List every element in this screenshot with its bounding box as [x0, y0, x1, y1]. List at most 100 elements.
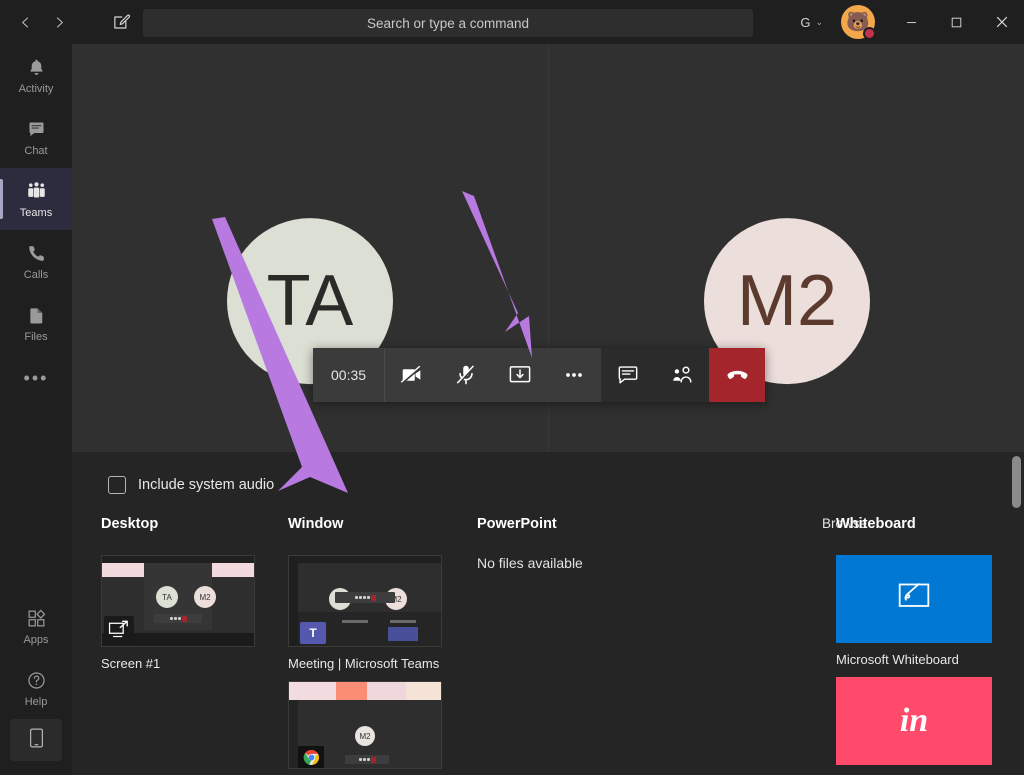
window-thumbnail: M2 — [288, 681, 442, 769]
user-avatar[interactable]: 🐻 — [841, 5, 876, 40]
apps-icon — [26, 607, 47, 631]
powerpoint-empty-state: No files available — [477, 555, 583, 571]
preview-titlebar — [289, 556, 441, 563]
column-title-powerpoint: PowerPoint — [477, 516, 557, 532]
close-button[interactable] — [979, 0, 1024, 44]
include-system-audio-checkbox[interactable]: Include system audio — [108, 476, 274, 494]
teams-logo-icon: T — [300, 622, 326, 644]
camera-off-button[interactable] — [385, 348, 439, 402]
sidebar-item-label: Help — [24, 695, 48, 708]
share-option-microsoft-whiteboard[interactable]: Microsoft Whiteboard — [836, 555, 1006, 667]
chat-button[interactable] — [601, 348, 655, 402]
maximize-icon — [951, 17, 962, 27]
sidebar-item-teams[interactable]: Teams — [0, 168, 72, 230]
powerpoint-header-row: PowerPoint Browse — [477, 516, 867, 555]
preview-rail — [289, 700, 298, 768]
phone-icon — [26, 242, 47, 266]
chevron-right-icon — [56, 17, 63, 27]
preview-avatar-ta: TA — [156, 586, 178, 608]
column-title-window: Window — [288, 516, 344, 532]
scrollbar-thumb[interactable] — [1012, 456, 1021, 508]
teams-icon — [25, 180, 48, 204]
new-chat-button[interactable] — [104, 6, 138, 38]
participant-initials: TA — [266, 261, 354, 342]
minimize-icon — [906, 21, 917, 23]
share-option-label: Microsoft Whiteboard — [836, 652, 959, 667]
preview-avatar-m2: M2 — [355, 726, 375, 746]
forward-button[interactable] — [42, 6, 76, 38]
meeting-timer: 00:35 — [313, 348, 386, 402]
window-controls — [889, 0, 1024, 44]
mic-off-button[interactable] — [439, 348, 493, 402]
tray-scrollbar[interactable] — [1012, 456, 1021, 771]
sidebar-item-help[interactable]: Help — [0, 657, 72, 719]
minimize-button[interactable] — [889, 0, 934, 44]
search-input[interactable]: Search or type a command — [143, 9, 753, 37]
tenant-switcher[interactable]: G ⌄ — [794, 11, 829, 34]
meeting-control-bar: 00:35 — [313, 348, 766, 402]
sidebar-item-apps[interactable]: Apps — [0, 595, 72, 657]
meeting-secondary-controls — [601, 348, 710, 402]
sidebar-item-label: Teams — [19, 206, 53, 219]
preview-browser-tabs — [289, 682, 441, 700]
rail-bottom-section: Apps Help — [0, 595, 72, 775]
download-mobile-app-button[interactable] — [10, 719, 62, 761]
mobile-phone-icon — [28, 727, 45, 754]
sidebar-item-calls[interactable]: Calls — [0, 230, 72, 292]
sidebar-item-label: Chat — [24, 144, 48, 157]
window-thumbnail: TA M2 T — [288, 555, 442, 647]
share-column-desktop: Desktop TA M2 Screen #1 — [101, 516, 276, 681]
share-screen-icon — [509, 366, 531, 383]
sidebar-item-activity[interactable]: Activity — [0, 44, 72, 106]
share-option-label: Meeting | Microsoft Teams — [288, 656, 440, 671]
preview-control-bar — [335, 592, 395, 603]
titlebar-right-cluster: G ⌄ 🐻 — [794, 0, 1024, 44]
sidebar-item-chat[interactable]: Chat — [0, 106, 72, 168]
screen-thumbnail: TA M2 — [101, 555, 255, 647]
preview-window-left — [102, 563, 144, 577]
sidebar-item-label: Apps — [23, 633, 49, 646]
preview-control-bar — [154, 614, 202, 623]
share-option-label: Screen #1 — [101, 656, 161, 671]
bell-icon — [26, 56, 47, 80]
search-placeholder-text: Search or type a command — [366, 15, 530, 31]
sidebar-item-label: Files — [24, 330, 48, 343]
maximize-button[interactable] — [934, 0, 979, 44]
share-option-teams-window[interactable]: TA M2 T Me — [288, 555, 468, 671]
teams-meeting-window: Search or type a command G ⌄ 🐻 Activity … — [0, 0, 1024, 775]
presence-status-badge — [863, 27, 876, 40]
share-screen-button[interactable] — [493, 348, 547, 402]
preview-avatar-m2: M2 — [194, 586, 216, 608]
title-bar: Search or type a command G ⌄ 🐻 — [0, 0, 1024, 44]
chat-icon — [26, 118, 47, 142]
tenant-initial: G — [800, 14, 811, 30]
more-actions-button[interactable] — [547, 348, 601, 402]
share-option-screen-1[interactable]: TA M2 Screen #1 — [101, 555, 276, 671]
screen-share-icon — [104, 616, 134, 644]
hangup-button[interactable] — [709, 348, 766, 402]
chevron-down-icon: ⌄ — [815, 16, 823, 27]
window-preview: TA M2 T — [289, 556, 441, 646]
ellipsis-icon — [566, 373, 582, 377]
sidebar-item-files[interactable]: Files — [0, 292, 72, 354]
share-column-whiteboard: Whiteboard Microsoft Whiteboard in — [836, 516, 1006, 775]
sidebar-more-apps-button[interactable]: ••• — [0, 354, 72, 402]
share-column-powerpoint: PowerPoint Browse No files available — [477, 516, 867, 571]
camera-off-icon — [400, 365, 422, 384]
whiteboard-tile: in — [836, 677, 992, 765]
navigation-buttons — [8, 6, 76, 38]
preview-window-right — [212, 563, 254, 577]
chat-bubble-icon — [618, 366, 638, 384]
mic-off-icon — [456, 365, 476, 385]
file-icon — [26, 304, 47, 328]
close-icon — [996, 16, 1007, 28]
whiteboard-pen-icon — [894, 580, 934, 619]
share-option-freehand[interactable]: in — [836, 677, 1006, 765]
share-column-window: Window TA M2 — [288, 516, 468, 775]
share-option-chrome-window[interactable]: M2 — [288, 681, 468, 769]
preview-control-bar — [345, 755, 389, 764]
column-title-whiteboard: Whiteboard — [836, 516, 916, 532]
column-title-desktop: Desktop — [101, 516, 159, 532]
back-button[interactable] — [8, 6, 42, 38]
participants-button[interactable] — [655, 348, 709, 402]
